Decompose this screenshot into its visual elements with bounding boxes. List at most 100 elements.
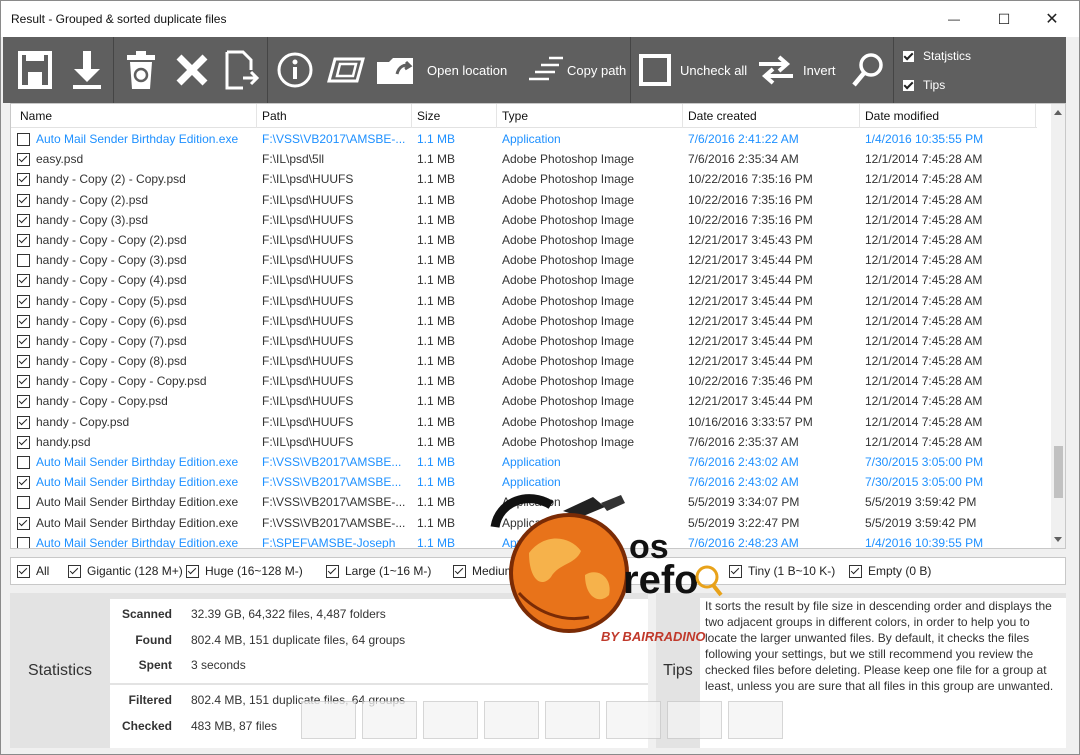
filter-option[interactable]: Empty (0 B) [849, 564, 931, 578]
file-type-cell: Adobe Photoshop Image [502, 414, 635, 429]
statistics-checkbox[interactable] [903, 50, 914, 62]
filter-checkbox[interactable] [849, 564, 862, 578]
column-type[interactable]: Type [502, 109, 528, 123]
row-checkbox[interactable] [17, 173, 30, 187]
row-checkbox[interactable] [17, 133, 30, 146]
table-row[interactable]: handy - Copy - Copy (3).psd F:\IL\psd\HUU… [11, 250, 1051, 270]
minimize-button[interactable]: — [931, 1, 977, 37]
date-modified-cell: 12/1/2014 7:45:28 AM [865, 232, 983, 247]
maximize-button[interactable]: ☐ [981, 1, 1027, 37]
table-row[interactable]: handy - Copy (3).psd F:\IL\psd\HUUFS 1.1 M… [11, 210, 1051, 230]
row-checkbox[interactable] [17, 294, 30, 308]
download-button[interactable] [69, 37, 105, 103]
row-checkbox[interactable] [17, 314, 30, 328]
filter-checkbox[interactable] [186, 564, 199, 578]
file-size-cell: 1.1 MB [417, 434, 456, 449]
row-checkbox[interactable] [17, 193, 30, 207]
filter-checkbox[interactable] [326, 564, 339, 578]
row-checkbox[interactable] [17, 516, 30, 530]
scroll-thumb[interactable] [1054, 446, 1063, 498]
column-date-modified[interactable]: Date modified [865, 109, 939, 123]
table-row[interactable]: handy - Copy - Copy (8).psd F:\IL\psd\HUU… [11, 351, 1051, 371]
filter-option[interactable]: Gigantic (128 M+) [68, 564, 183, 578]
filter-checkbox[interactable] [729, 564, 742, 578]
filter-checkbox[interactable] [17, 564, 30, 578]
search-button[interactable] [851, 37, 885, 103]
row-checkbox[interactable] [17, 415, 30, 429]
statistics-toggle[interactable]: Statjstics [903, 49, 971, 63]
row-checkbox[interactable] [17, 536, 30, 548]
column-path[interactable]: Path [262, 109, 287, 123]
file-size-cell: 1.1 MB [417, 232, 456, 247]
uncheck-all-button[interactable]: Uncheck all [638, 37, 747, 103]
column-date-created[interactable]: Date created [688, 109, 757, 123]
row-checkbox[interactable] [17, 496, 30, 510]
preview-button[interactable] [325, 37, 367, 103]
recycle-button[interactable] [123, 37, 159, 103]
table-row[interactable]: handy.psd F:\IL\psd\HUUFS 1.1 MB Adobe Phot… [11, 432, 1051, 452]
file-size-cell: 1.1 MB [417, 374, 456, 389]
table-row[interactable]: handy - Copy (2).psd F:\IL\psd\HUUFS 1.1 M… [11, 190, 1051, 210]
column-name[interactable]: Name [20, 109, 52, 123]
tips-toggle[interactable]: Tips [903, 78, 945, 92]
invert-button[interactable]: Invert [755, 37, 836, 103]
filter-label: Gigantic (128 M+) [87, 564, 183, 578]
save-button[interactable] [17, 37, 55, 103]
table-row[interactable]: Auto Mail Sender Birthday Edition.exe F:\… [11, 533, 1051, 548]
table-row[interactable]: easy.psd F:\IL\psd\5ll 1.1 MB Adobe Photosh… [11, 149, 1051, 169]
preview-icon [327, 57, 365, 83]
table-row[interactable]: handy - Copy - Copy (2).psd F:\IL\psd\HUU… [11, 230, 1051, 250]
filter-checkbox[interactable] [453, 564, 466, 578]
table-row[interactable]: handy - Copy - Copy - Copy.psd F:\IL\psd\… [11, 371, 1051, 391]
row-checkbox[interactable] [17, 395, 30, 409]
row-checkbox[interactable] [17, 274, 30, 288]
table-row[interactable]: handy - Copy - Copy (4).psd F:\IL\psd\HUU… [11, 270, 1051, 290]
filter-checkbox[interactable] [68, 564, 81, 578]
filter-option[interactable]: Huge (16~128 M-) [186, 564, 303, 578]
row-checkbox[interactable] [17, 233, 30, 247]
delete-button[interactable] [173, 37, 211, 103]
tips-checkbox[interactable] [903, 79, 914, 91]
table-row[interactable]: handy - Copy (2) - Copy.psd F:\IL\psd\HUU… [11, 169, 1051, 189]
file-path-cell: F:\IL\psd\HUUFS [262, 192, 354, 207]
filter-option[interactable]: Tiny (1 B~10 K-) [729, 564, 835, 578]
filter-option[interactable]: Large (1~16 M-) [326, 564, 431, 578]
filter-option[interactable]: Medium [453, 564, 515, 578]
open-location-button[interactable]: Open location [375, 37, 507, 103]
table-row[interactable]: Auto Mail Sender Birthday Edition.exe F:\… [11, 129, 1051, 149]
date-created-cell: 10/22/2016 7:35:16 PM [688, 212, 813, 227]
close-window-button[interactable]: ✕ [1029, 1, 1075, 37]
info-button[interactable] [276, 37, 314, 103]
file-name-cell: handy - Copy (2).psd [36, 192, 149, 207]
copy-path-button[interactable]: Copy path [527, 37, 626, 103]
row-checkbox[interactable] [17, 213, 30, 227]
table-row[interactable]: handy - Copy - Copy (6).psd F:\IL\psd\HUU… [11, 311, 1051, 331]
row-checkbox[interactable] [17, 355, 30, 369]
scroll-up-icon[interactable] [1054, 110, 1062, 115]
table-row[interactable]: handy - Copy - Copy (7).psd F:\IL\psd\HUU… [11, 331, 1051, 351]
column-size[interactable]: Size [417, 109, 440, 123]
file-size-cell: 1.1 MB [417, 414, 456, 429]
file-type-cell: Adobe Photoshop Image [502, 394, 635, 409]
row-checkbox[interactable] [17, 456, 30, 469]
table-row[interactable]: handy - Copy - Copy (5).psd F:\IL\psd\HUU… [11, 291, 1051, 311]
file-type-cell: Application [502, 495, 561, 510]
row-checkbox[interactable] [17, 254, 30, 268]
export-button[interactable] [223, 37, 261, 103]
thumbnail [545, 701, 600, 739]
table-row[interactable]: Auto Mail Sender Birthday Edition.exe F:\… [11, 492, 1051, 512]
row-checkbox[interactable] [17, 435, 30, 449]
row-checkbox[interactable] [17, 153, 30, 167]
table-row[interactable]: handy - Copy.psd F:\IL\psd\HUUFS 1.1 MB Ado… [11, 412, 1051, 432]
table-row[interactable]: Auto Mail Sender Birthday Edition.exe F:\… [11, 452, 1051, 472]
list-scrollbar[interactable] [1051, 104, 1065, 548]
table-row[interactable]: Auto Mail Sender Birthday Edition.exe F:\… [11, 513, 1051, 533]
row-checkbox[interactable] [17, 375, 30, 389]
table-row[interactable]: Auto Mail Sender Birthday Edition.exe F:\… [11, 472, 1051, 492]
table-row[interactable]: handy - Copy - Copy.psd F:\IL\psd\HUUFS 1.… [11, 391, 1051, 411]
row-checkbox[interactable] [17, 476, 30, 490]
row-checkbox[interactable] [17, 334, 30, 348]
filter-option[interactable]: All [17, 564, 49, 578]
file-type-cell: Adobe Photoshop Image [502, 434, 635, 449]
scroll-down-icon[interactable] [1054, 537, 1062, 542]
